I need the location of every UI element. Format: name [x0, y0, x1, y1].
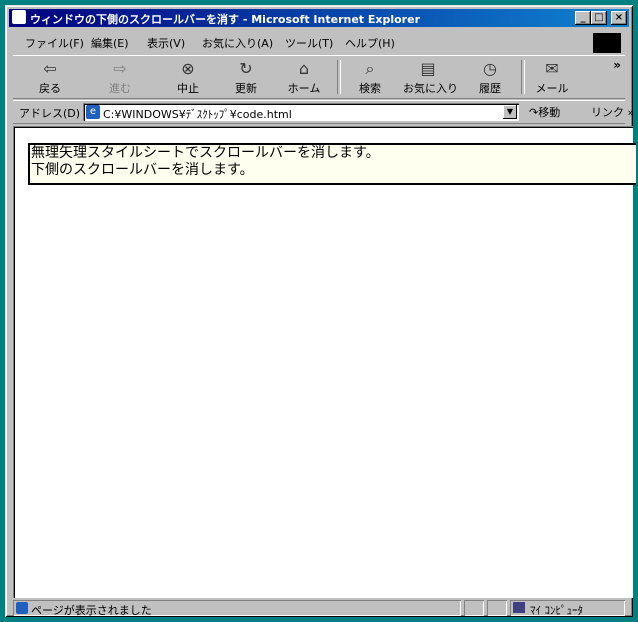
- go-arrow-icon: ↷: [529, 106, 539, 119]
- toolbar-separator: [337, 60, 341, 94]
- search-label: 検索: [359, 82, 381, 95]
- message-box: 無理矢理スタイルシートでスクロールバーを消します。 下側のスクロールバーを消しま…: [28, 143, 636, 185]
- browser-window: ウィンドウの下側のスクロールバーを消す - Microsoft Internet…: [5, 5, 636, 617]
- forward-label: 進む: [109, 82, 131, 95]
- status-zone: ﾏｲ ｺﾝﾋﾟｭｰﾀ: [510, 600, 625, 617]
- refresh-button[interactable]: ↻ 更新: [221, 59, 271, 97]
- message-line-2: 下側のスクロールバーを消します。: [31, 162, 254, 178]
- page-content: 無理矢理スタイルシートでスクロールバーを消します。 下側のスクロールバーを消しま…: [13, 126, 636, 598]
- history-label: 履歴: [479, 82, 501, 95]
- home-icon: ⌂: [298, 59, 310, 78]
- go-label: 移動: [538, 106, 561, 119]
- status-bar: ページが表示されました ﾏｲ ｺﾝﾋﾟｭｰﾀ: [13, 599, 625, 617]
- menu-file[interactable]: ファイル(F): [25, 35, 84, 51]
- toolbar-separator-2: [521, 60, 525, 94]
- stop-icon: ⊗: [181, 59, 195, 78]
- forward-button[interactable]: ⇨ 進む: [95, 59, 145, 97]
- menu-favorites[interactable]: お気に入り(A): [202, 35, 273, 51]
- favorites-folder-icon: ▤: [420, 59, 436, 78]
- links-button[interactable]: リンク »: [591, 104, 634, 120]
- status-text: ページが表示されました: [31, 604, 152, 617]
- favorites-button[interactable]: ▤ お気に入り: [403, 59, 458, 97]
- address-value: C:¥WINDOWS¥ﾃﾞｽｸﾄｯﾌﾟ¥code.html: [103, 108, 292, 121]
- back-button[interactable]: ⇦ 戻る: [25, 59, 75, 97]
- windows-logo-icon: [593, 33, 621, 53]
- mail-button[interactable]: ✉ メール: [527, 59, 577, 97]
- status-cell-lock: [487, 600, 507, 616]
- menu-edit[interactable]: 編集(E): [91, 35, 129, 51]
- go-button[interactable]: ↷移動: [529, 104, 560, 120]
- history-button[interactable]: ◷ 履歴: [465, 59, 515, 97]
- search-icon: ⌕: [365, 59, 375, 78]
- minimize-button[interactable]: _: [575, 11, 591, 25]
- message-line-1: 無理矢理スタイルシートでスクロールバーを消します。: [31, 145, 380, 161]
- window-title: ウィンドウの下側のスクロールバーを消す - Microsoft Internet…: [30, 13, 420, 26]
- mail-icon: ✉: [545, 59, 559, 78]
- back-arrow-icon: ⇦: [43, 59, 57, 78]
- menu-tools[interactable]: ツール(T): [285, 35, 333, 51]
- maximize-button[interactable]: □: [591, 11, 607, 25]
- ie-icon: [12, 10, 26, 24]
- title-bar[interactable]: ウィンドウの下側のスクロールバーを消す - Microsoft Internet…: [9, 9, 629, 27]
- home-label: ホーム: [287, 82, 321, 95]
- refresh-label: 更新: [235, 82, 257, 95]
- zone-label: ﾏｲ ｺﾝﾋﾟｭｰﾀ: [530, 604, 583, 617]
- history-icon: ◷: [483, 59, 497, 78]
- refresh-icon: ↻: [239, 59, 253, 78]
- page-status-icon: [16, 602, 28, 614]
- toolbar-more-chevron[interactable]: »: [613, 58, 621, 72]
- address-input[interactable]: e C:¥WINDOWS¥ﾃﾞｽｸﾄｯﾌﾟ¥code.html ▼: [83, 103, 519, 121]
- menu-help[interactable]: ヘルプ(H): [345, 35, 395, 51]
- toolbar: ⇦ 戻る ⇨ 進む ⊗ 中止 ↻ 更新 ⌂ ホーム ⌕ 検索 ▤ お気に入り ◷: [13, 55, 625, 99]
- forward-arrow-icon: ⇨: [113, 59, 127, 78]
- page-icon: e: [86, 105, 100, 119]
- home-button[interactable]: ⌂ ホーム: [279, 59, 329, 97]
- menu-view[interactable]: 表示(V): [147, 35, 185, 51]
- favorites-label: お気に入り: [403, 82, 458, 95]
- status-main: ページが表示されました: [13, 600, 461, 617]
- search-button[interactable]: ⌕ 検索: [345, 59, 395, 97]
- back-label: 戻る: [39, 82, 61, 95]
- address-label: アドレス(D): [19, 107, 81, 120]
- close-button[interactable]: ×: [611, 11, 627, 25]
- menu-bar: ファイル(F) 編集(E) 表示(V) お気に入り(A) ツール(T) ヘルプ(…: [13, 32, 625, 53]
- status-cell-progress: [464, 600, 484, 616]
- address-bar: アドレス(D) e C:¥WINDOWS¥ﾃﾞｽｸﾄｯﾌﾟ¥code.html …: [13, 100, 634, 124]
- address-dropdown-icon[interactable]: ▼: [503, 105, 517, 119]
- mail-label: メール: [535, 82, 569, 95]
- computer-icon: [513, 602, 525, 613]
- stop-button[interactable]: ⊗ 中止: [163, 59, 213, 97]
- stop-label: 中止: [177, 82, 199, 95]
